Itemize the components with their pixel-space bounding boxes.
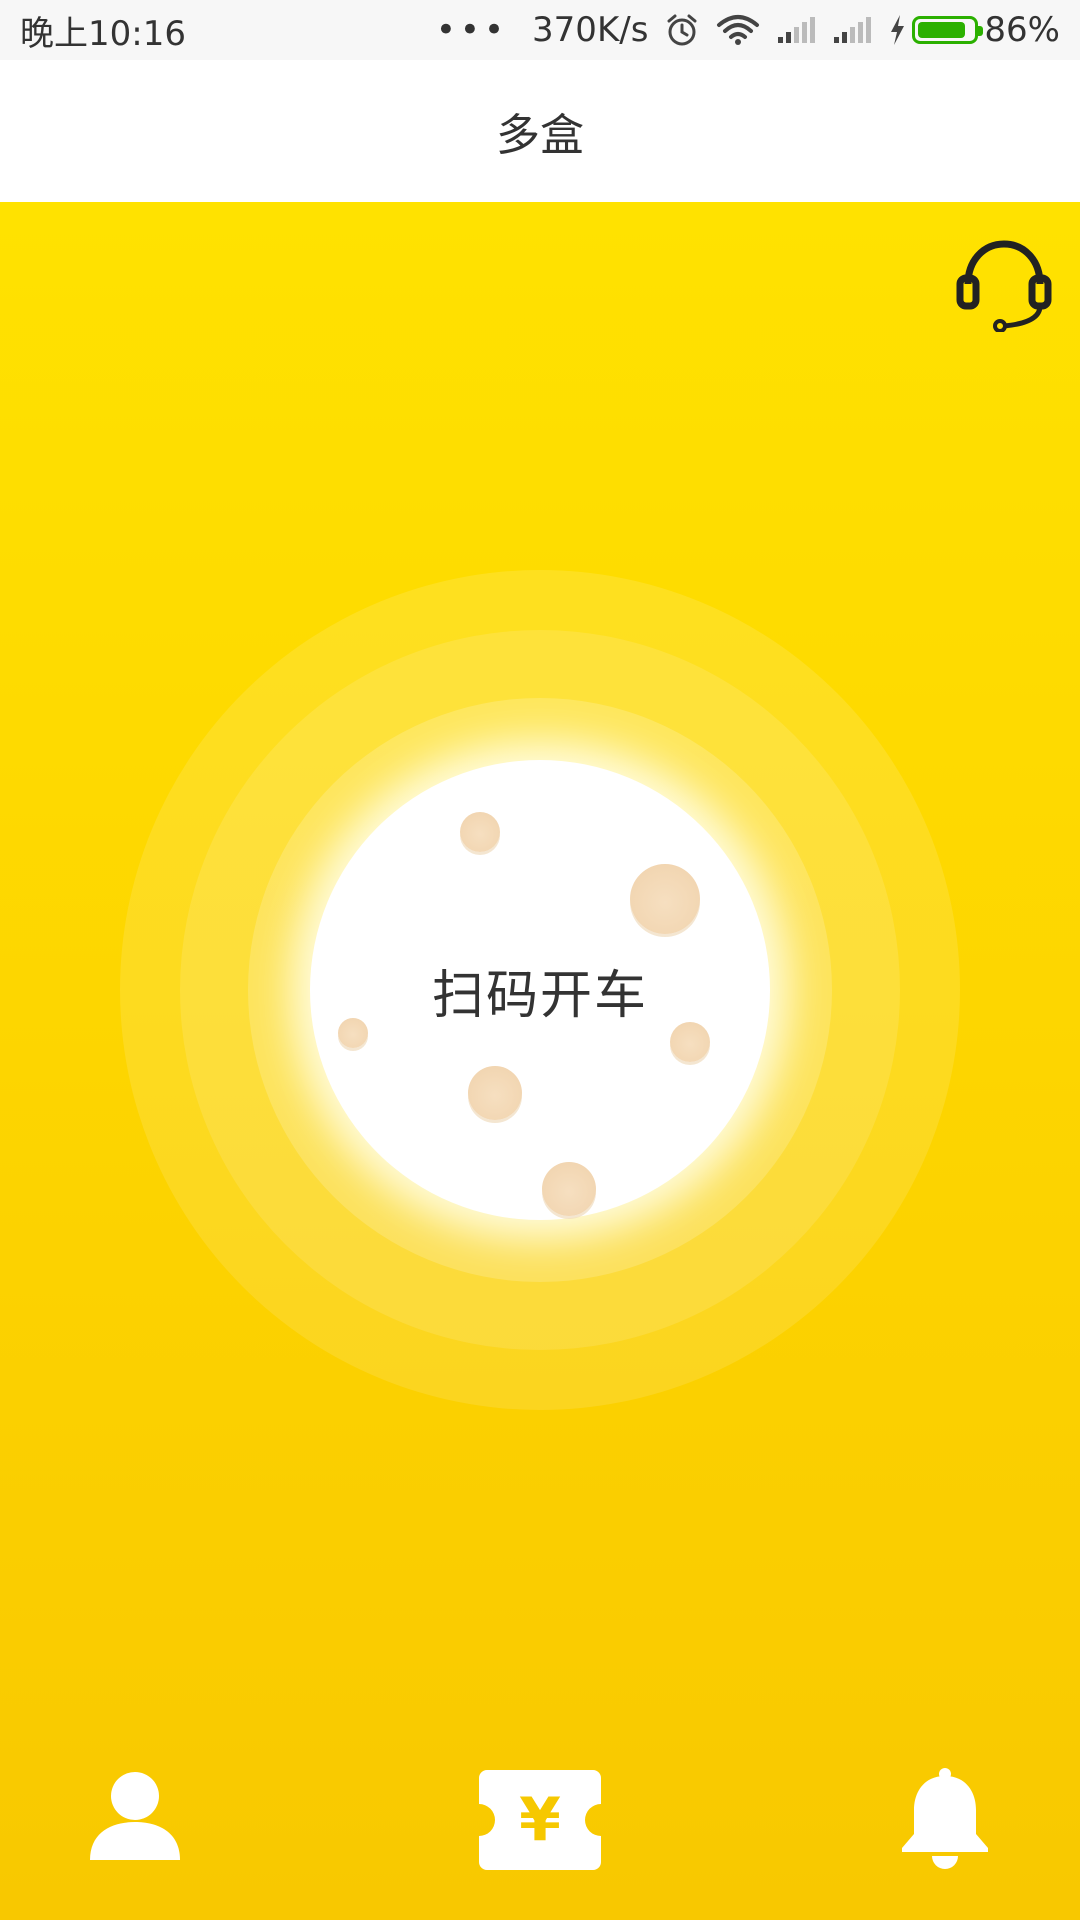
customer-service-button[interactable]	[954, 232, 1054, 333]
profile-button[interactable]	[70, 1760, 200, 1880]
headset-icon	[956, 240, 1052, 333]
charging-icon	[888, 14, 906, 46]
scan-rings: 扫码开车	[120, 570, 960, 1410]
coupon-button[interactable]: ¥	[475, 1760, 605, 1880]
signal-icon-2	[832, 15, 872, 45]
alarm-icon	[664, 12, 700, 48]
battery-percent: 86%	[984, 10, 1060, 50]
moon-crater	[542, 1162, 596, 1216]
scan-button-label: 扫码开车	[431, 965, 648, 1026]
status-bar: 晚上10:16 ••• 370K/s 86%	[0, 0, 1080, 60]
more-dots: •••	[435, 10, 509, 50]
page-title: 多盒	[496, 110, 584, 161]
battery-fill	[918, 22, 965, 38]
yuan-symbol: ¥	[519, 1785, 561, 1855]
main-area: 扫码开车 ¥	[0, 202, 1080, 1920]
moon-crater	[630, 864, 700, 934]
bell-icon	[902, 1768, 988, 1869]
battery-icon	[912, 16, 984, 44]
moon-crater	[670, 1022, 710, 1062]
app-bar: 多盒	[0, 60, 1080, 203]
network-speed: 370K/s	[532, 10, 649, 50]
notifications-button[interactable]	[880, 1760, 1010, 1880]
scan-to-start-button[interactable]: 扫码开车	[310, 760, 770, 1220]
status-time: 晚上10:16	[20, 13, 186, 54]
moon-crater	[460, 812, 500, 852]
user-icon	[90, 1772, 180, 1860]
bottom-navigation: ¥	[0, 1720, 1080, 1920]
moon-crater	[338, 1018, 368, 1048]
battery-indicator: 86%	[888, 10, 1060, 50]
moon-crater	[468, 1066, 522, 1120]
signal-icon	[776, 15, 816, 45]
wifi-icon	[716, 13, 760, 47]
